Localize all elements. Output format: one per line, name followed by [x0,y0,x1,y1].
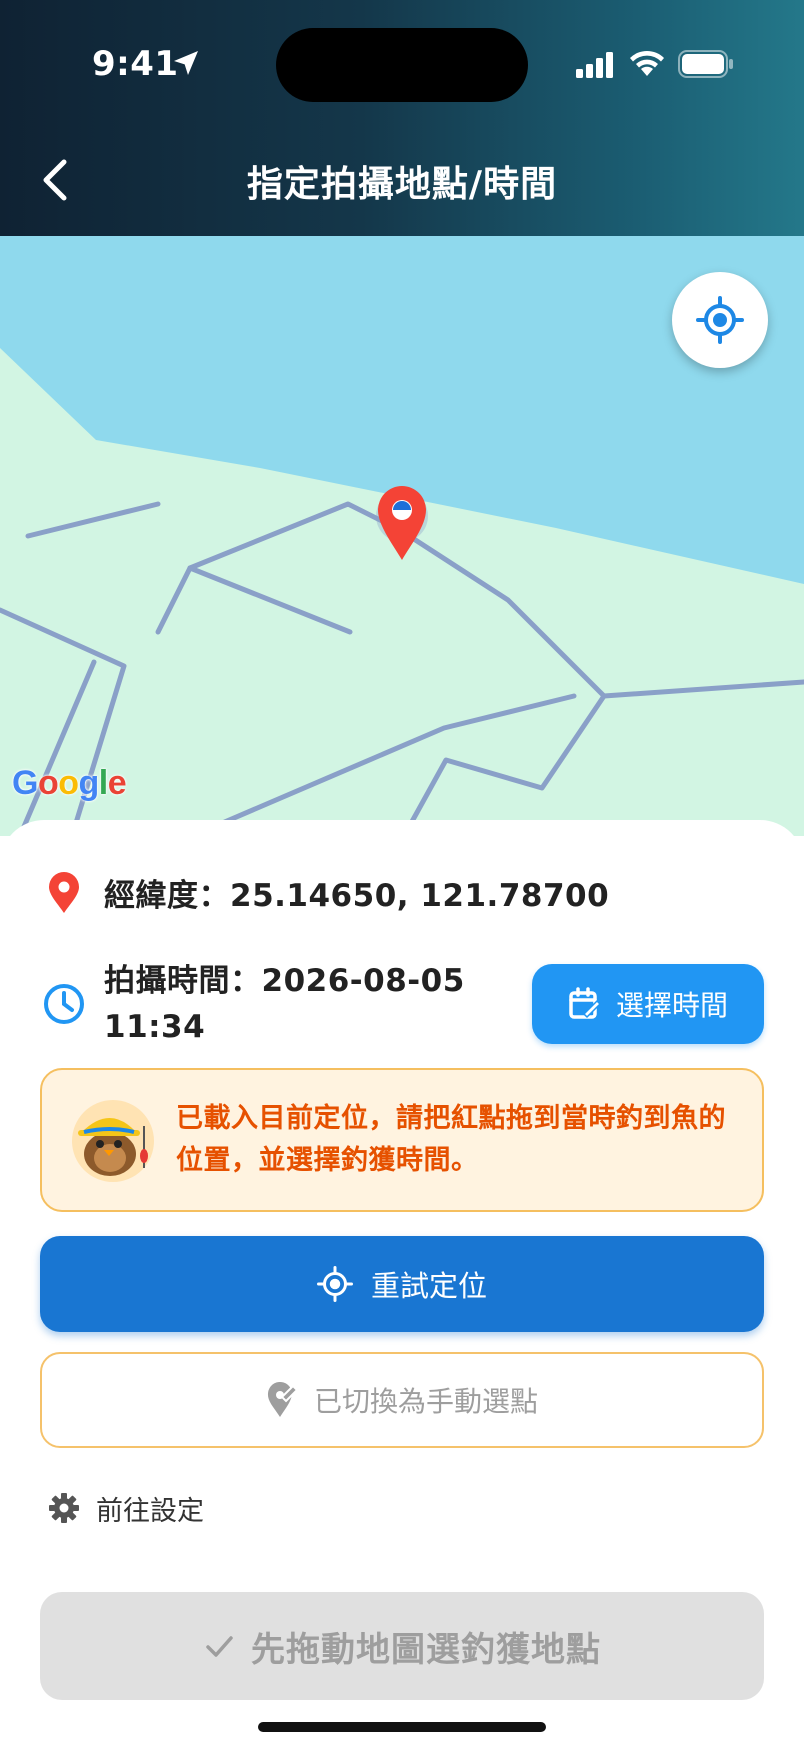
page-title: 指定拍攝地點/時間 [246,164,558,205]
confirm-location-button[interactable]: 先拖動地圖選釣獲地點 [40,1592,764,1700]
manual-pick-label: 已切換為手動選點 [313,1385,538,1418]
fisher-bird-mascot-icon [72,1100,154,1182]
hint-banner: 已載入目前定位，請把紅點拖到當時釣到魚的位置，並選擇釣獲時間。 [40,1068,764,1212]
hint-text: 已載入目前定位，請把紅點拖到當時釣到魚的位置，並選擇釣獲時間。 [176,1103,726,1176]
coordinates-value: 25.14650, 121.78700 [230,878,610,914]
home-indicator[interactable] [258,1722,546,1732]
gear-icon [49,1493,79,1523]
gps-target-icon [316,1266,353,1302]
my-location-button[interactable] [672,272,768,368]
retry-location-button[interactable]: 重試定位 [40,1236,764,1332]
status-time: 9:41 [92,44,179,84]
settings-label: 前往設定 [96,1495,204,1527]
confirm-label: 先拖動地圖選釣獲地點 [251,1629,601,1670]
screen: 9:41 指定拍攝地點/時間 Google 經緯度：25.14650, 121.… [0,0,804,1748]
dynamic-island [276,28,528,102]
coordinates-text: 經緯度：25.14650, 121.78700 [104,870,609,915]
battery-icon [678,50,733,78]
google-logo: Google [12,764,127,802]
clock-icon [44,984,84,1024]
gps-target-icon [696,296,744,344]
manual-pick-button[interactable]: 已切換為手動選點 [40,1352,764,1448]
retry-location-label: 重試定位 [370,1269,487,1303]
choose-time-button[interactable]: 選擇時間 [532,964,764,1044]
edit-location-icon [267,1381,299,1417]
location-arrow-icon [174,51,198,75]
coordinates-label: 經緯度： [104,878,230,914]
settings-link[interactable]: 前往設定 [48,1486,204,1530]
location-pin-icon [49,872,79,913]
calendar-edit-icon [569,987,602,1019]
map-marker-pin[interactable] [376,486,428,560]
wifi-icon [630,50,664,76]
choose-time-label: 選擇時間 [615,989,728,1022]
capture-time-text: 拍攝時間：2026-08-05 11:34 [104,963,465,1045]
cellular-signal-icon [576,52,613,78]
check-icon [206,1636,233,1657]
header: 9:41 指定拍攝地點/時間 [0,0,804,236]
